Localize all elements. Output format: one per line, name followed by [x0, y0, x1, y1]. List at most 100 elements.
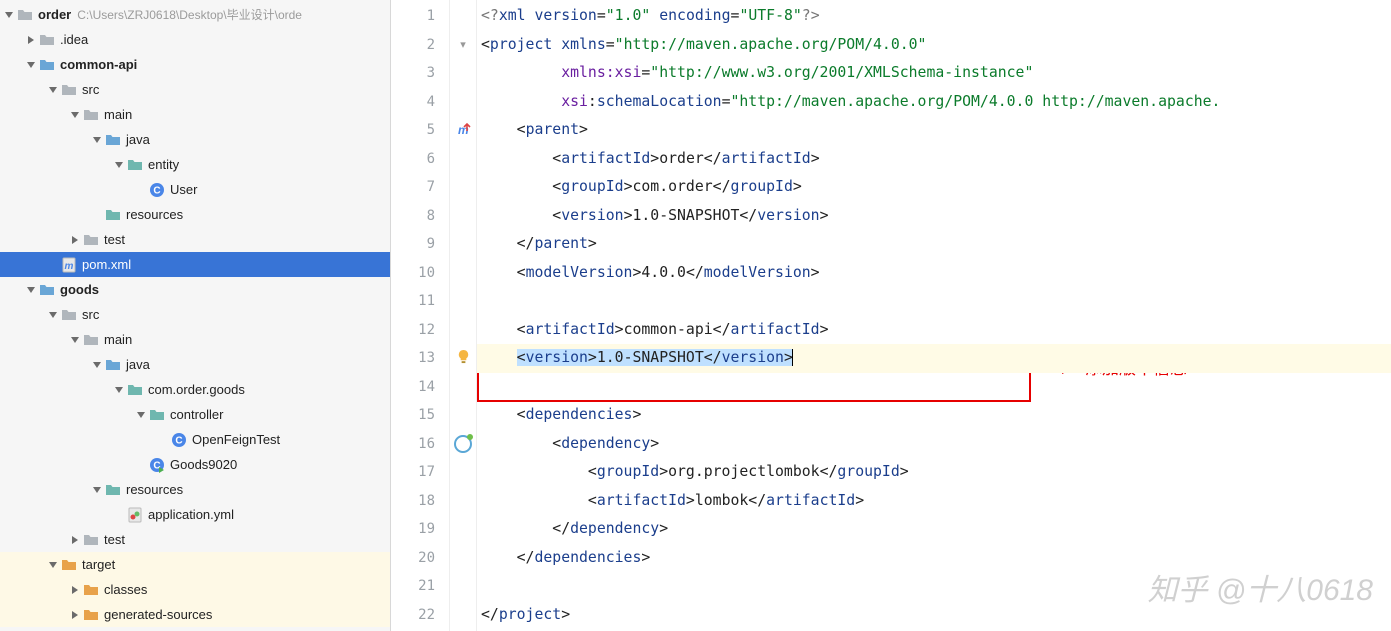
line-number: 14 — [391, 373, 449, 402]
tree-label: classes — [104, 582, 147, 597]
project-sidebar[interactable]: orderC:\Users\ZRJ0618\Desktop\毕业设计\orde.… — [0, 0, 391, 631]
code-line[interactable]: <artifactId>common-api</artifactId> — [477, 316, 1391, 345]
tree-label: java — [126, 357, 150, 372]
code-line[interactable]: <artifactId>lombok</artifactId> — [477, 487, 1391, 516]
code-line[interactable]: </dependency> — [477, 515, 1391, 544]
tree-row[interactable]: src — [0, 77, 390, 102]
code-line[interactable]: <project xmlns="http://maven.apache.org/… — [477, 31, 1391, 60]
chevron-down-icon[interactable] — [48, 85, 58, 95]
code-line[interactable]: <groupId>com.order</groupId> — [477, 173, 1391, 202]
tree-row[interactable]: main — [0, 327, 390, 352]
tree-label: test — [104, 232, 125, 247]
tree-row[interactable]: User — [0, 177, 390, 202]
code-line[interactable] — [477, 373, 1391, 402]
chevron-down-icon[interactable] — [26, 60, 36, 70]
tree-label: entity — [148, 157, 179, 172]
chevron-right-icon[interactable] — [70, 610, 80, 620]
code-line[interactable]: </parent> — [477, 230, 1391, 259]
tree-label: generated-sources — [104, 607, 212, 622]
code-line[interactable]: <dependencies> — [477, 401, 1391, 430]
tree-row[interactable]: Goods9020 — [0, 452, 390, 477]
tree-row[interactable]: controller — [0, 402, 390, 427]
tree-label: src — [82, 307, 99, 322]
chevron-down-icon[interactable] — [4, 10, 14, 20]
line-number: 6 — [391, 145, 449, 174]
tree-label: goods — [60, 282, 99, 297]
tree-label: controller — [170, 407, 223, 422]
code-line[interactable]: <version>1.0-SNAPSHOT</version> — [477, 202, 1391, 231]
tree-label: com.order.goods — [148, 382, 245, 397]
chevron-down-icon[interactable] — [26, 285, 36, 295]
line-number: 4 — [391, 88, 449, 117]
tree-row[interactable]: test — [0, 527, 390, 552]
chevron-down-icon[interactable] — [92, 135, 102, 145]
chevron-down-icon[interactable] — [70, 110, 80, 120]
chevron-down-icon[interactable] — [92, 360, 102, 370]
tree-row[interactable]: common-api — [0, 52, 390, 77]
tree-label: .idea — [60, 32, 88, 47]
line-number: 7 — [391, 173, 449, 202]
tree-row[interactable]: target — [0, 552, 390, 577]
tree-row[interactable]: test — [0, 227, 390, 252]
tree-row[interactable]: application.yml — [0, 502, 390, 527]
chevron-down-icon[interactable] — [136, 410, 146, 420]
tree-label: main — [104, 107, 132, 122]
tree-row[interactable]: main — [0, 102, 390, 127]
line-number: 17 — [391, 458, 449, 487]
tree-row[interactable]: OpenFeignTest — [0, 427, 390, 452]
tree-row[interactable]: generated-sources — [0, 602, 390, 627]
code-line[interactable]: <groupId>org.projectlombok</groupId> — [477, 458, 1391, 487]
tree-row[interactable]: .idea — [0, 27, 390, 52]
line-number: 18 — [391, 487, 449, 516]
line-number: 21 — [391, 572, 449, 601]
folder-blue-icon — [39, 57, 55, 73]
code-line[interactable]: <parent> — [477, 116, 1391, 145]
code-line[interactable]: xsi:schemaLocation="http://maven.apache.… — [477, 88, 1391, 117]
tree-row[interactable]: goods — [0, 277, 390, 302]
fold-icon[interactable]: ▾ — [460, 38, 466, 51]
chevron-right-icon[interactable] — [70, 535, 80, 545]
tree-row[interactable]: pom.xml — [0, 252, 390, 277]
code-line[interactable]: <artifactId>order</artifactId> — [477, 145, 1391, 174]
code-line[interactable] — [477, 287, 1391, 316]
tree-row[interactable]: com.order.goods — [0, 377, 390, 402]
tree-label: common-api — [60, 57, 137, 72]
gutter-bean-icon[interactable] — [454, 435, 472, 453]
code-editor[interactable]: 添加版本信息 知乎 @十八0618 <?xml version="1.0" en… — [477, 0, 1391, 631]
chevron-right-icon[interactable] — [26, 35, 36, 45]
tree-row-root[interactable]: orderC:\Users\ZRJ0618\Desktop\毕业设计\orde — [0, 2, 390, 27]
chevron-down-icon[interactable] — [92, 485, 102, 495]
code-line[interactable]: <?xml version="1.0" encoding="UTF-8"?> — [477, 2, 1391, 31]
folder-blue-icon — [39, 282, 55, 298]
tree-row[interactable]: resources — [0, 202, 390, 227]
tree-row[interactable]: entity — [0, 152, 390, 177]
code-line[interactable]: xmlns:xsi="http://www.w3.org/2001/XMLSch… — [477, 59, 1391, 88]
tree-row[interactable]: java — [0, 352, 390, 377]
chevron-down-icon[interactable] — [48, 310, 58, 320]
chevron-down-icon[interactable] — [48, 560, 58, 570]
lightbulb-icon[interactable] — [456, 349, 471, 367]
tree-row[interactable]: java — [0, 127, 390, 152]
code-line[interactable]: <dependency> — [477, 430, 1391, 459]
project-path: C:\Users\ZRJ0618\Desktop\毕业设计\orde — [77, 6, 302, 23]
code-line[interactable] — [477, 572, 1391, 601]
tree-row[interactable]: resources — [0, 477, 390, 502]
chevron-down-icon[interactable] — [114, 385, 124, 395]
tree-label: resources — [126, 207, 183, 222]
folder-teal-icon — [149, 407, 165, 423]
folder-icon — [83, 332, 99, 348]
code-line[interactable]: <version>1.0-SNAPSHOT</version> — [477, 344, 1391, 373]
tree-row[interactable]: classes — [0, 577, 390, 602]
chevron-down-icon[interactable] — [114, 160, 124, 170]
tree-row[interactable]: src — [0, 302, 390, 327]
code-line[interactable]: </project> — [477, 601, 1391, 630]
maven-up-icon[interactable] — [455, 121, 471, 140]
folder-icon — [39, 32, 55, 48]
line-number: 1 — [391, 2, 449, 31]
code-line[interactable]: </dependencies> — [477, 544, 1391, 573]
chevron-down-icon[interactable] — [70, 335, 80, 345]
tree-label: User — [170, 182, 197, 197]
chevron-right-icon[interactable] — [70, 585, 80, 595]
chevron-right-icon[interactable] — [70, 235, 80, 245]
code-line[interactable]: <modelVersion>4.0.0</modelVersion> — [477, 259, 1391, 288]
